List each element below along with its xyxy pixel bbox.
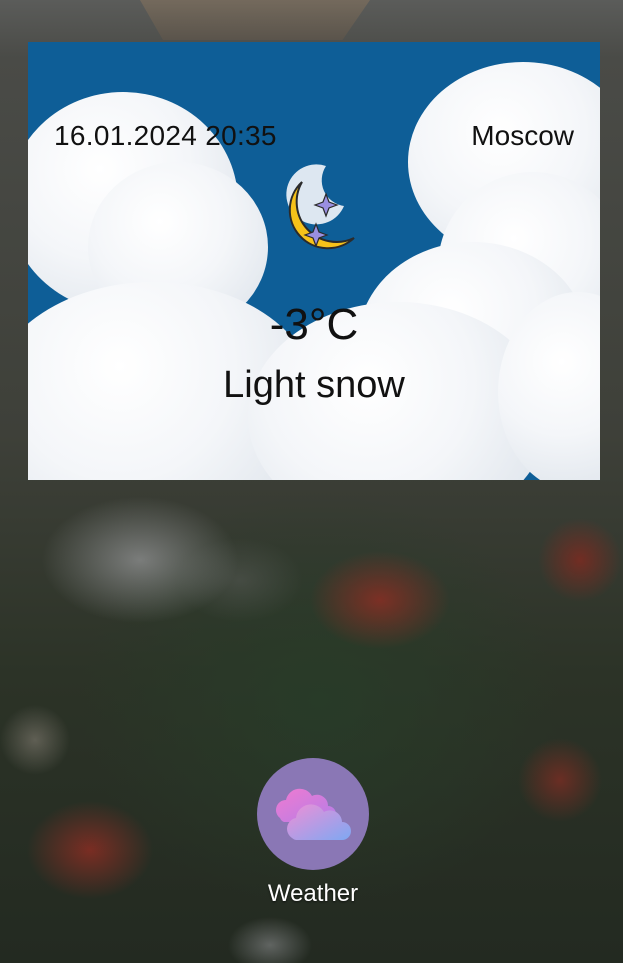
weather-app-icon[interactable]	[257, 758, 369, 870]
widget-condition: Light snow	[223, 364, 405, 406]
app-label: Weather	[267, 880, 359, 907]
app-weather[interactable]: Weather	[257, 758, 369, 908]
widget-temperature: -3°C	[269, 300, 359, 349]
widget-datetime: 16.01.2024 20:35	[54, 120, 277, 151]
cloud-icon	[276, 788, 351, 840]
widget-city: Moscow	[471, 120, 574, 151]
wallpaper-rock	[140, 0, 370, 40]
moon-stars-icon	[286, 164, 355, 250]
weather-widget[interactable]: 16.01.2024 20:35 Moscow -3°C Light snow	[28, 42, 600, 480]
